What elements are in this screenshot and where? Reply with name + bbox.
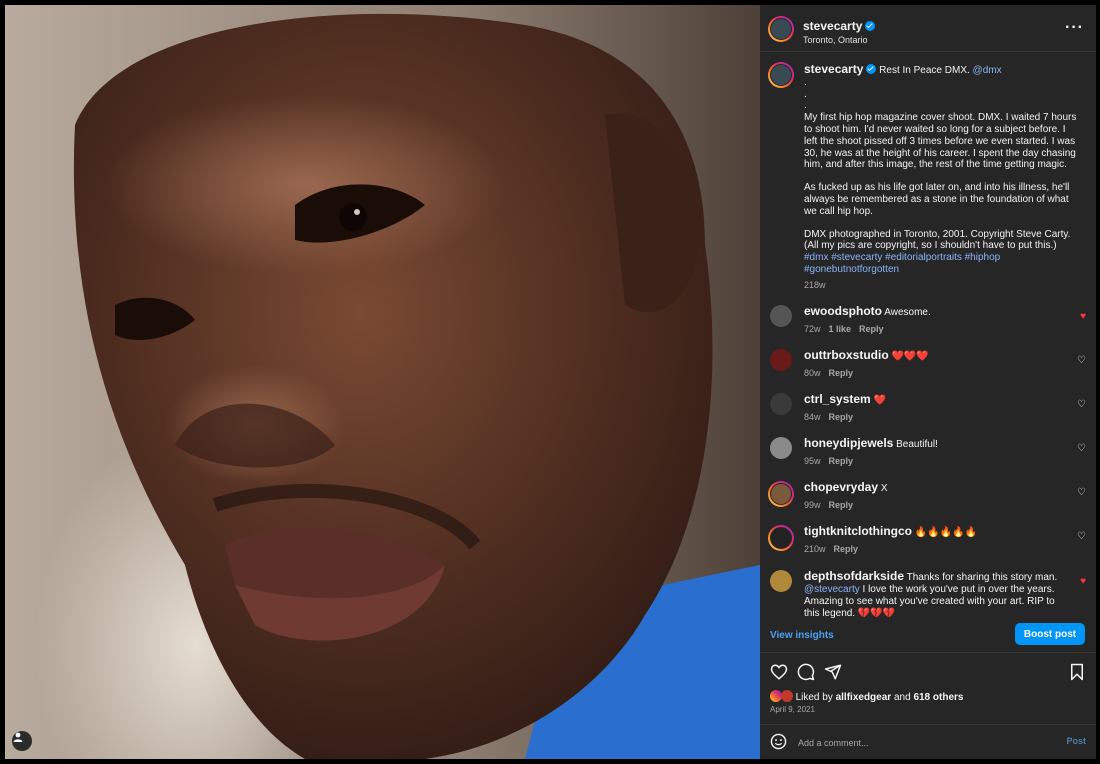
commenter-avatar[interactable] — [768, 525, 794, 551]
caption-paragraph: As fucked up as his life got later on, a… — [804, 182, 1070, 217]
heart-icon[interactable]: ♡ — [1077, 487, 1086, 498]
comment-age[interactable]: 95w — [804, 456, 821, 466]
post-caption: stevecarty Rest In Peace DMX. @dmx . . .… — [804, 62, 1078, 292]
comment-text: 🔥🔥🔥🔥🔥 — [914, 527, 978, 538]
heart-icon[interactable]: ♥ — [1080, 311, 1086, 322]
view-insights-link[interactable]: View insights — [770, 630, 834, 641]
liked-by: Liked by allfixedgear and 618 others — [770, 690, 963, 703]
heart-icon[interactable]: ♡ — [1077, 531, 1086, 542]
post-side-panel: stevecarty Toronto, Ontario ··· stevecar… — [760, 5, 1096, 759]
boost-post-button[interactable]: Boost post — [1015, 623, 1085, 645]
commenter-username[interactable]: depthsofdarkside — [804, 569, 904, 583]
comment-text: Beautiful! — [896, 439, 938, 450]
commenter-avatar[interactable] — [770, 305, 792, 327]
reply-button[interactable]: Reply — [829, 412, 854, 422]
user-tag-icon[interactable] — [12, 731, 32, 751]
share-icon[interactable] — [824, 663, 842, 686]
heart-icon[interactable]: ♡ — [1077, 443, 1086, 454]
heart-icon[interactable]: ♡ — [1077, 355, 1086, 366]
post-photo[interactable] — [5, 5, 760, 759]
comment-text: X — [880, 483, 888, 494]
caption-paragraph: DMX photographed in Toronto, 2001. Copyr… — [804, 228, 1071, 240]
post-date: April 9, 2021 — [770, 705, 815, 714]
comment-age[interactable]: 72w — [804, 324, 821, 334]
post-viewer: stevecarty Toronto, Ontario ··· stevecar… — [5, 5, 1096, 759]
reply-button[interactable]: Reply — [859, 324, 884, 334]
reply-button[interactable]: Reply — [829, 456, 854, 466]
divider — [760, 652, 1096, 653]
commenter-username[interactable]: ewoodsphoto — [804, 304, 882, 318]
comment-text: Awesome. — [884, 307, 931, 318]
bookmark-icon[interactable] — [1068, 663, 1086, 686]
caption-dot: . — [804, 76, 807, 88]
liked-by-prefix: Liked by — [795, 692, 833, 703]
commenter-username[interactable]: ctrl_system — [804, 392, 871, 406]
reply-button[interactable]: Reply — [834, 544, 859, 554]
caption-first-line: Rest In Peace DMX. — [879, 65, 970, 76]
caption-hashtags[interactable]: #dmx #stevecarty #editorialportraits #hi… — [804, 252, 1078, 276]
comment-age[interactable]: 84w — [804, 412, 821, 422]
comment-input[interactable] — [796, 735, 1040, 751]
heart-icon[interactable] — [770, 663, 788, 686]
caption-dot: . — [804, 88, 807, 100]
commenter-avatar[interactable] — [770, 393, 792, 415]
comment-age[interactable]: 99w — [804, 500, 821, 510]
commenter-avatar[interactable] — [770, 570, 792, 592]
liked-by-others[interactable]: 618 others — [913, 692, 963, 703]
author-avatar[interactable] — [768, 16, 794, 42]
commenter-username[interactable]: honeydipjewels — [804, 436, 893, 450]
caption-age[interactable]: 218w — [804, 280, 1078, 292]
portrait-illustration — [73, 13, 760, 759]
caption-paragraph: My first hip hop magazine cover shoot. D… — [804, 112, 1077, 171]
caption-paragraph: (All my pics are copyright, so I shouldn… — [804, 240, 1057, 252]
verified-icon — [865, 21, 876, 31]
heart-icon[interactable]: ♡ — [1077, 399, 1086, 410]
comment-age[interactable]: 210w — [804, 544, 826, 554]
comment-bar: Post — [760, 724, 1096, 760]
post-location[interactable]: Toronto, Ontario — [803, 35, 875, 45]
caption-mention[interactable]: @dmx — [973, 65, 1002, 76]
commenter-username[interactable]: tightknitclothingco — [804, 524, 912, 538]
commenter-avatar[interactable] — [768, 481, 794, 507]
liked-by-and: and — [893, 692, 911, 703]
commenter-username[interactable]: outtrboxstudio — [804, 348, 889, 362]
comment-icon[interactable] — [797, 663, 815, 686]
verified-icon — [866, 64, 877, 74]
comment-mention[interactable]: @stevecarty — [804, 584, 860, 595]
caption-username[interactable]: stevecarty — [804, 62, 863, 76]
action-bar — [770, 663, 1086, 685]
liked-by-user[interactable]: allfixedgear — [836, 692, 892, 703]
post-header: stevecarty Toronto, Ontario ··· — [760, 5, 1096, 52]
heart-icon[interactable]: ♥ — [1080, 576, 1086, 587]
comment-likes[interactable]: 1 like — [829, 324, 852, 334]
liker-avatar — [780, 690, 793, 702]
author-username[interactable]: stevecarty — [803, 19, 862, 33]
reply-button[interactable]: Reply — [829, 368, 854, 378]
commenter-avatar[interactable] — [770, 349, 792, 371]
commenter-avatar[interactable] — [770, 437, 792, 459]
comment-text: ❤️❤️❤️ — [891, 351, 929, 362]
more-icon[interactable]: ··· — [1065, 19, 1084, 37]
comment-text: ❤️ — [873, 395, 886, 406]
comment-text: Thanks for sharing this story man. — [906, 572, 1058, 583]
emoji-icon[interactable] — [770, 733, 787, 755]
caption-dot: . — [804, 100, 807, 112]
post-comment-button[interactable]: Post — [1066, 736, 1086, 746]
reply-button[interactable]: Reply — [829, 500, 854, 510]
comment-age[interactable]: 80w — [804, 368, 821, 378]
commenter-username[interactable]: chopevryday — [804, 480, 878, 494]
caption-avatar[interactable] — [768, 62, 794, 88]
